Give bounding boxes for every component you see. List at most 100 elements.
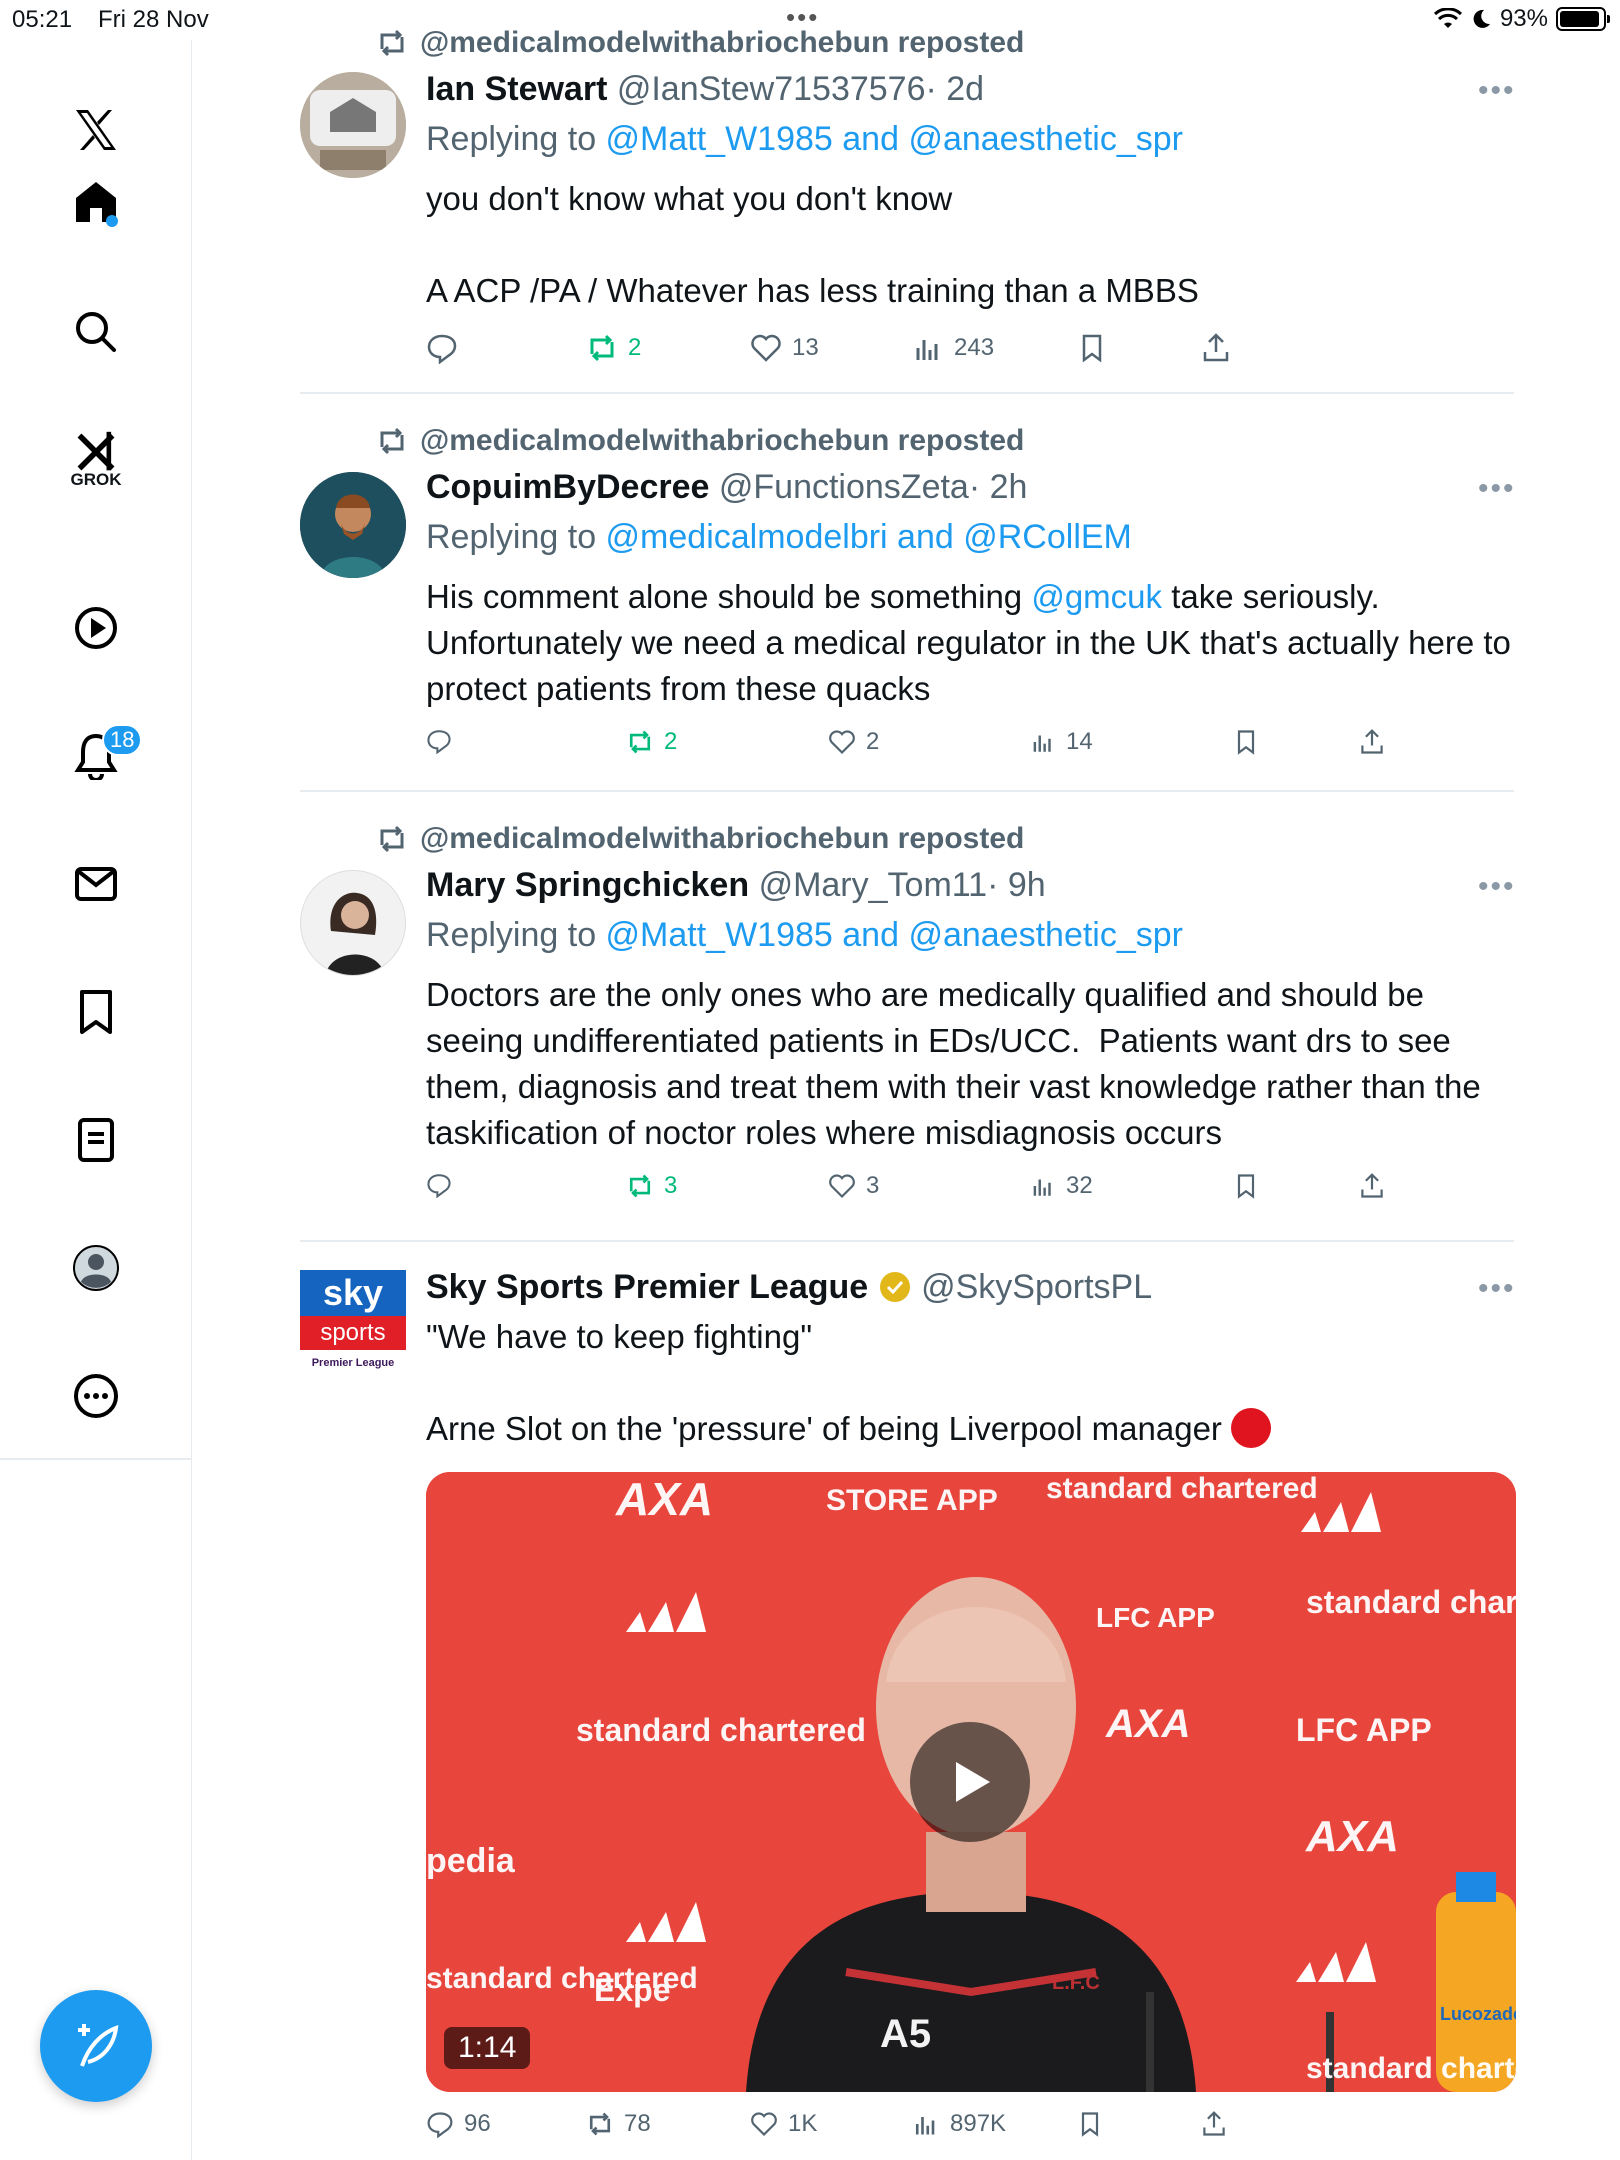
bookmark-button[interactable] xyxy=(1232,728,1260,756)
reply-icon xyxy=(427,1174,451,1198)
share-button[interactable] xyxy=(1200,332,1232,364)
share-icon xyxy=(1203,333,1229,362)
repost-label[interactable]: @medicalmodelwithabriochebun reposted xyxy=(420,822,1024,856)
bookmarks-icon[interactable] xyxy=(56,972,136,1052)
views-count: 243 xyxy=(954,334,995,361)
bookmark-button[interactable] xyxy=(1076,2110,1104,2138)
avatar-sports: sports xyxy=(300,1316,406,1350)
avatar[interactable] xyxy=(300,870,406,976)
views-button[interactable]: 897K xyxy=(912,2110,1006,2138)
tweet-time[interactable]: · 9h xyxy=(987,866,1046,904)
repost-button[interactable]: 2 xyxy=(626,728,677,756)
heart-icon xyxy=(751,2112,777,2137)
search-icon[interactable] xyxy=(56,292,136,372)
reply-button[interactable] xyxy=(426,728,452,754)
compose-post-button[interactable] xyxy=(40,1990,152,2102)
repost-button[interactable]: 78 xyxy=(586,2110,651,2138)
author-handle[interactable]: @SkySportsPL xyxy=(921,1268,1152,1306)
author-name[interactable]: Sky Sports Premier League xyxy=(426,1268,868,1306)
messages-icon[interactable] xyxy=(56,844,136,924)
repost-label[interactable]: @medicalmodelwithabriochebun reposted xyxy=(420,424,1024,458)
like-count: 3 xyxy=(866,1172,880,1199)
author-name[interactable]: Mary Springchicken xyxy=(426,866,749,904)
views-icon xyxy=(1033,1179,1051,1196)
repost-count: 2 xyxy=(664,728,678,755)
share-button[interactable] xyxy=(1200,2110,1228,2138)
tweet-divider xyxy=(300,392,1514,394)
repost-indicator: @medicalmodelwithabriochebun reposted xyxy=(376,424,1024,458)
tweet-header: Sky Sports Premier League @SkySportsPL xyxy=(426,1268,1152,1307)
reply-button[interactable]: 96 xyxy=(426,2110,491,2138)
repost-icon xyxy=(589,2112,611,2136)
replying-to-links[interactable]: @medicalmodelbri and @RCollEM xyxy=(606,518,1132,556)
video-player[interactable]: AXA standard chartered STORE APP LFC APP… xyxy=(426,1472,1516,2092)
bookmark-icon xyxy=(1081,2112,1099,2137)
grok-label: GROK xyxy=(70,470,122,489)
views-count: 32 xyxy=(1066,1172,1093,1199)
author-name[interactable]: CopuimByDecree xyxy=(426,468,709,506)
share-icon xyxy=(1361,1173,1383,1198)
grok-icon[interactable]: GROK xyxy=(56,420,136,500)
tweet-actions: 96 78 1K 897K xyxy=(426,2110,1516,2150)
share-button[interactable] xyxy=(1358,728,1386,756)
author-name[interactable]: Ian Stewart xyxy=(426,70,607,108)
views-icon xyxy=(1033,735,1051,752)
like-count: 1K xyxy=(788,2110,818,2137)
home-icon[interactable] xyxy=(56,162,136,242)
tweet-more-icon[interactable]: ••• xyxy=(1478,870,1620,904)
tweet-text-line: you don't know what you don't know xyxy=(426,180,953,217)
lists-icon[interactable] xyxy=(56,1100,136,1180)
play-button[interactable] xyxy=(910,1722,1030,1842)
home-unread-dot xyxy=(106,215,118,227)
repost-label[interactable]: @medicalmodelwithabriochebun reposted xyxy=(420,26,1024,60)
x-logo-icon[interactable] xyxy=(56,90,136,170)
sidebar-divider xyxy=(0,1458,192,1460)
ad-text: pedia xyxy=(426,1842,515,1880)
tweet-time[interactable]: · 2h xyxy=(969,468,1028,506)
replying-to-links[interactable]: @Matt_W1985 and @anaesthetic_spr xyxy=(606,120,1183,158)
video-icon[interactable] xyxy=(56,588,136,668)
tweet-more-icon[interactable]: ••• xyxy=(1478,74,1620,108)
share-icon xyxy=(1203,2111,1225,2136)
views-button[interactable]: 243 xyxy=(912,332,994,364)
author-handle[interactable]: @Mary_Tom11 xyxy=(759,866,988,904)
avatar[interactable] xyxy=(300,72,406,178)
views-button[interactable]: 14 xyxy=(1030,728,1093,756)
like-button[interactable]: 3 xyxy=(828,1172,879,1200)
like-button[interactable]: 2 xyxy=(828,728,879,756)
reply-button[interactable] xyxy=(426,1172,452,1198)
replying-to-links[interactable]: @Matt_W1985 and @anaesthetic_spr xyxy=(606,916,1183,954)
bookmark-button[interactable] xyxy=(1076,332,1108,364)
author-handle[interactable]: @FunctionsZeta xyxy=(719,468,969,506)
tweet-time[interactable]: · 2d xyxy=(925,70,984,108)
more-options-icon[interactable] xyxy=(56,1356,136,1436)
tweet-divider xyxy=(300,790,1514,792)
views-button[interactable]: 32 xyxy=(1030,1172,1093,1200)
reply-button[interactable] xyxy=(426,332,458,364)
repost-button[interactable]: 2 xyxy=(586,332,641,364)
tweet-more-icon[interactable]: ••• xyxy=(1478,1272,1620,1306)
profile-avatar-icon[interactable] xyxy=(56,1228,136,1308)
ad-text: LFC APP xyxy=(1296,1712,1432,1748)
avatar[interactable] xyxy=(300,472,406,578)
author-handle[interactable]: @IanStew71537576 xyxy=(617,70,926,108)
status-time: 05:21 xyxy=(12,6,73,33)
ad-text: AXA xyxy=(616,1473,714,1525)
bookmark-icon xyxy=(1082,334,1102,363)
tweet-divider xyxy=(300,1240,1514,1242)
reply-icon xyxy=(427,730,451,754)
bookmark-button[interactable] xyxy=(1232,1172,1260,1200)
tweet-more-icon[interactable]: ••• xyxy=(1478,472,1620,506)
like-button[interactable]: 13 xyxy=(750,332,819,364)
tweet-header: Mary Springchicken @Mary_Tom11· 9h xyxy=(426,866,1046,905)
compose-feather-icon xyxy=(78,2024,119,2067)
repost-button[interactable]: 3 xyxy=(626,1172,677,1200)
share-button[interactable] xyxy=(1358,1172,1386,1200)
mention-link[interactable]: @gmcuk xyxy=(1031,578,1162,615)
heart-icon xyxy=(829,1174,855,1199)
repost-icon xyxy=(629,730,651,754)
like-button[interactable]: 1K xyxy=(750,2110,817,2138)
ad-text: L.F.C xyxy=(1052,1972,1100,1994)
tweet-text-line: Arne Slot on the 'pressure' of being Liv… xyxy=(426,1410,1222,1447)
avatar[interactable]: sky sports Premier League xyxy=(300,1270,406,1376)
